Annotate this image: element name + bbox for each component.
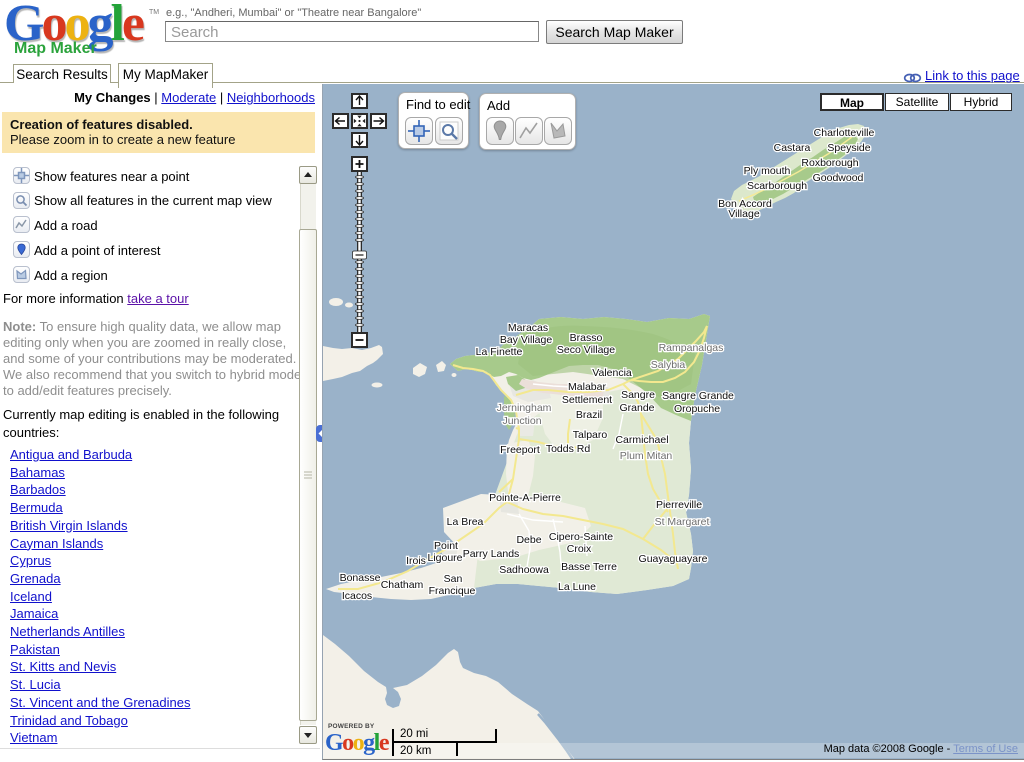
- svg-text:Basse Terre: Basse Terre: [561, 561, 617, 573]
- svg-text:La Lune: La Lune: [558, 581, 596, 593]
- svg-text:Charlotteville: Charlotteville: [814, 127, 875, 139]
- svg-text:Parry Lands: Parry Lands: [463, 548, 520, 560]
- svg-text:Sadhoowa: Sadhoowa: [499, 564, 549, 576]
- svg-text:Sangre Grande: Sangre Grande: [662, 390, 734, 402]
- svg-text:Bay Village: Bay Village: [500, 334, 553, 346]
- svg-text:Sangre: Sangre: [621, 389, 655, 401]
- svg-text:La Brea: La Brea: [447, 516, 484, 528]
- svg-text:La Finette: La Finette: [476, 346, 523, 358]
- svg-text:Cipero-Sainte: Cipero-Sainte: [549, 531, 613, 543]
- svg-text:Junction: Junction: [502, 415, 541, 427]
- svg-text:Carmichael: Carmichael: [615, 434, 668, 446]
- svg-text:San: San: [444, 573, 463, 585]
- svg-text:Goodwood: Goodwood: [813, 172, 864, 184]
- svg-text:Scarborough: Scarborough: [747, 180, 807, 192]
- svg-text:Ply mouth: Ply mouth: [744, 165, 791, 177]
- svg-text:Francique: Francique: [429, 585, 476, 597]
- svg-text:Brasso: Brasso: [570, 332, 603, 344]
- svg-text:Malabar: Malabar: [568, 381, 606, 393]
- svg-text:Todds Rd: Todds Rd: [546, 443, 591, 455]
- svg-text:Settlement: Settlement: [562, 394, 612, 406]
- svg-text:Icacos: Icacos: [342, 590, 372, 602]
- svg-text:Speyside: Speyside: [827, 142, 870, 154]
- svg-text:Roxborough: Roxborough: [801, 157, 858, 169]
- svg-text:Salybia: Salybia: [651, 359, 686, 371]
- svg-text:Pointe-A-Pierre: Pointe-A-Pierre: [489, 492, 561, 504]
- svg-text:Debe: Debe: [516, 534, 541, 546]
- svg-text:Brazil: Brazil: [576, 409, 602, 421]
- svg-text:Pierreville: Pierreville: [656, 499, 702, 511]
- svg-text:Valencia: Valencia: [592, 367, 632, 379]
- svg-text:Grande: Grande: [619, 402, 654, 414]
- svg-text:Bonasse: Bonasse: [340, 572, 381, 584]
- svg-text:Village: Village: [728, 208, 759, 220]
- svg-text:Rampanalgas: Rampanalgas: [659, 342, 724, 354]
- svg-text:Castara: Castara: [774, 142, 811, 154]
- svg-text:Maracas: Maracas: [508, 322, 548, 334]
- svg-text:Plum Mitan: Plum Mitan: [620, 450, 673, 462]
- svg-text:Freeport: Freeport: [500, 444, 540, 456]
- svg-text:Point: Point: [434, 540, 458, 552]
- svg-text:Ligoure: Ligoure: [427, 552, 462, 564]
- svg-text:Guayaguayare: Guayaguayare: [639, 553, 708, 565]
- svg-text:Irois: Irois: [406, 555, 426, 567]
- svg-text:Jerningham: Jerningham: [497, 402, 552, 414]
- svg-text:Chatham: Chatham: [381, 579, 424, 591]
- svg-text:St Margaret: St Margaret: [655, 516, 710, 528]
- svg-text:20 mi: 20 mi: [400, 728, 428, 740]
- svg-text:Croix: Croix: [567, 543, 592, 555]
- svg-text:Seco Village: Seco Village: [557, 344, 615, 356]
- svg-text:Oropuche: Oropuche: [674, 403, 720, 415]
- svg-text:Talparo: Talparo: [573, 429, 608, 441]
